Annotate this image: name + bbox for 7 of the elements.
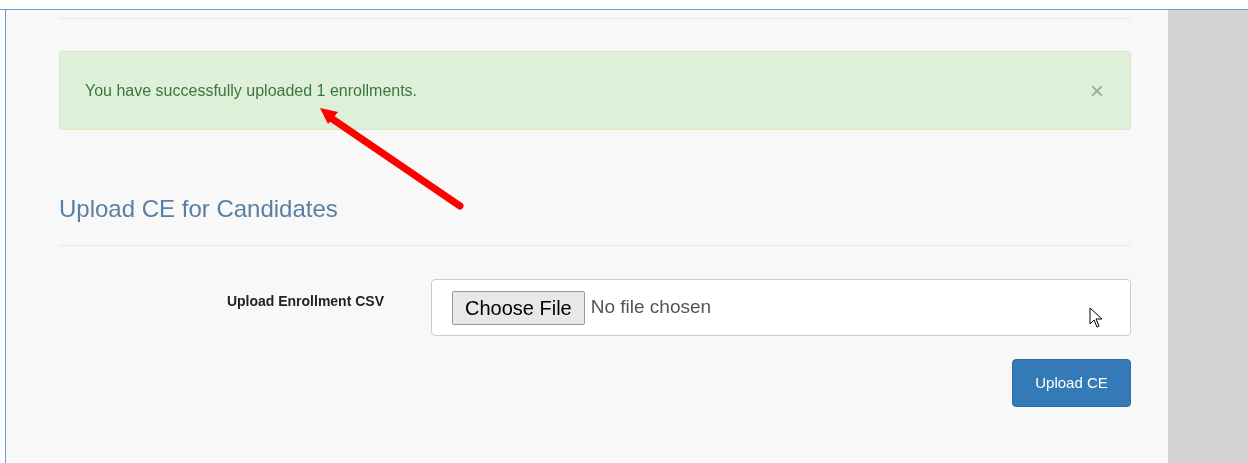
- cursor-icon: [1089, 307, 1105, 329]
- choose-file-button[interactable]: Choose File: [452, 290, 585, 325]
- upload-button[interactable]: Upload CE: [1012, 359, 1131, 407]
- file-status: No file chosen: [590, 295, 712, 320]
- section-heading: Upload CE for Candidates: [59, 194, 339, 224]
- alert-message: You have successfully uploaded 1 enrollments.: [85, 80, 418, 101]
- field-label: Upload Enrollment CSV: [226, 292, 384, 311]
